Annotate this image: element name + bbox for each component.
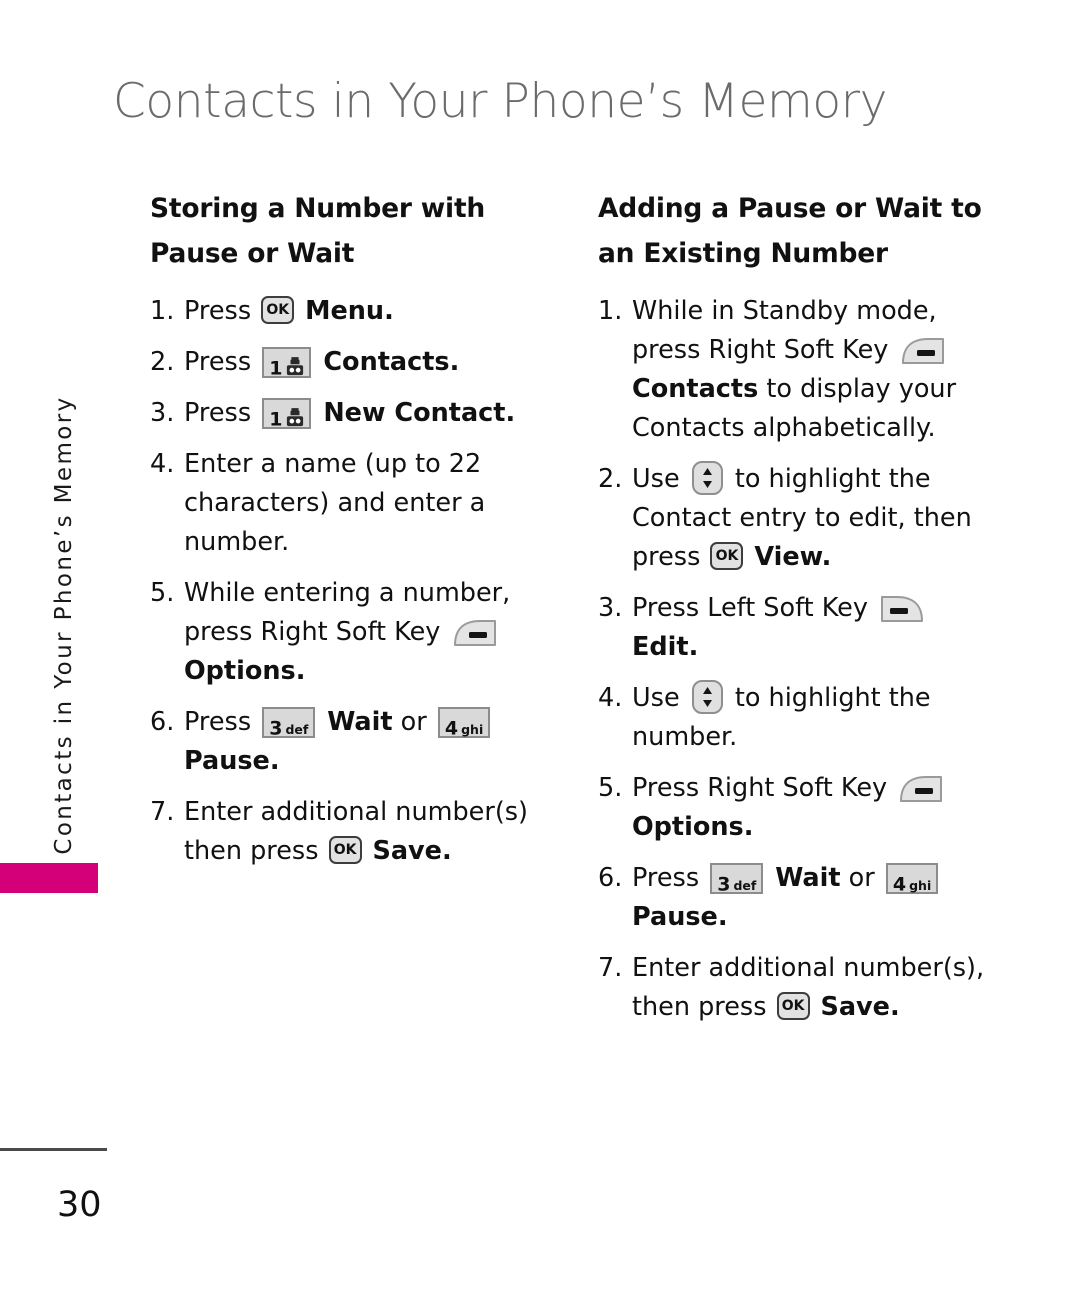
step-number: 2. — [598, 464, 623, 494]
step-item: 3. Press 1 New Contact. — [150, 394, 542, 433]
step-text: Enter additional number(s), then press S… — [632, 949, 998, 1027]
step-number: 3. — [598, 593, 623, 623]
navigation-up-down-key-icon — [691, 460, 724, 496]
step-text: Press Right Soft Key Options. — [632, 769, 998, 847]
step-item: 7. Enter additional number(s) then press … — [150, 793, 542, 871]
ok-key-icon — [328, 836, 362, 864]
numeric-key-3: 3 def — [710, 863, 764, 896]
step-number: 7. — [150, 797, 175, 827]
page-title: Contacts in Your Phone’s Memory — [113, 74, 888, 129]
key-digit: 4 — [444, 717, 459, 740]
right-steps-list: 1. While in Standby mode, press Right Sof… — [598, 292, 998, 1027]
step-text: Press 3 def Wait or 4 ghi Pause. — [184, 703, 542, 781]
step-number: 3. — [150, 398, 175, 428]
step-item: 7. Enter additional number(s), then press… — [598, 949, 998, 1027]
emphasized-label: Save. — [811, 992, 900, 1022]
right-soft-key-icon — [899, 774, 943, 804]
step-number: 5. — [598, 773, 623, 803]
emphasized-label: Pause. — [184, 746, 280, 776]
emphasized-label: Options. — [632, 812, 754, 842]
step-item: 4. Enter a name (up to 22 characters) and… — [150, 445, 542, 562]
key-digit: 4 — [892, 873, 907, 896]
step-number: 4. — [598, 683, 623, 713]
step-text: Press 1 New Contact. — [184, 394, 542, 433]
step-text: Use to highlight the number. — [632, 679, 998, 757]
step-number: 1. — [598, 296, 623, 326]
step-number: 5. — [150, 578, 175, 608]
left-section-heading: Storing a Number with Pause or Wait — [150, 193, 486, 269]
key-digit: 1 — [269, 357, 283, 380]
side-tab-label: Contacts in Your Phone’s Memory — [51, 395, 77, 855]
step-text: Enter additional number(s) then press Sa… — [184, 793, 542, 871]
manual-page: Contacts in Your Phone’s Memory Contacts… — [0, 0, 1080, 1295]
step-text: Press 3 def Wait or 4 ghi Pause. — [632, 859, 998, 937]
step-number: 2. — [150, 347, 175, 377]
step-text: While entering a number, press Right Sof… — [184, 578, 511, 686]
emphasized-label: View. — [745, 542, 832, 572]
step-number: 7. — [598, 953, 623, 983]
numeric-key-1: 1 — [262, 347, 312, 380]
numeric-key-3: 3 def — [262, 707, 316, 740]
step-item: 5. While entering a number, press Right S… — [150, 574, 542, 691]
emphasized-label: Menu. — [296, 296, 394, 326]
step-text: Use to highlight the Contact entry to ed… — [632, 460, 998, 577]
key-letters: def — [285, 721, 309, 737]
left-column: Storing a Number with Pause or Wait 1. Pr… — [150, 186, 542, 883]
ok-key-icon — [710, 542, 744, 570]
page-number: 30 — [57, 1185, 102, 1225]
step-number: 6. — [598, 863, 623, 893]
ok-key-icon — [776, 992, 810, 1020]
step-number: 4. — [150, 449, 175, 479]
numeric-key-1: 1 — [262, 398, 312, 431]
right-soft-key-icon — [453, 618, 497, 648]
step-item: 6. Press 3 def Wait or 4 ghi Pause. — [598, 859, 998, 937]
step-text: Press Menu. — [184, 292, 542, 331]
right-soft-key-icon — [901, 336, 945, 366]
step-item: 2. Use to highlight the Contact entry to … — [598, 460, 998, 577]
step-item: 4. Use to highlight the number. — [598, 679, 998, 757]
side-tab: Contacts in Your Phone’s Memory — [0, 380, 104, 900]
numeric-key-4: 4 ghi — [437, 707, 491, 740]
step-item: 1. While in Standby mode, press Right Sof… — [598, 292, 998, 448]
side-tab-color-swatch — [0, 863, 98, 893]
voicemail-icon — [286, 350, 304, 389]
emphasized-label: Wait — [318, 707, 393, 737]
step-number: 6. — [150, 707, 175, 737]
key-letters: ghi — [461, 721, 484, 737]
emphasized-label: Options. — [184, 656, 306, 686]
left-soft-key-icon — [880, 594, 924, 624]
ok-key-icon — [261, 296, 295, 324]
step-item: 3. Press Left Soft Key Edit. — [598, 589, 998, 667]
step-text: Enter a name (up to 22 characters) and e… — [184, 449, 486, 557]
step-number: 1. — [150, 296, 175, 326]
step-text: Press Left Soft Key Edit. — [632, 589, 998, 667]
footer-rule — [0, 1148, 107, 1151]
right-section-heading: Adding a Pause or Wait to an Existing Nu… — [598, 193, 982, 269]
emphasized-label: Contacts. — [314, 347, 460, 377]
numeric-key-4: 4 ghi — [885, 863, 939, 896]
emphasized-label: Save. — [363, 836, 452, 866]
step-item: 1. Press Menu. — [150, 292, 542, 331]
key-letters: def — [733, 877, 757, 893]
voicemail-icon — [286, 401, 304, 440]
step-text: While in Standby mode, press Right Soft … — [632, 296, 957, 443]
emphasized-label: Pause. — [632, 902, 728, 932]
key-digit: 3 — [717, 873, 731, 896]
navigation-up-down-key-icon — [691, 679, 724, 715]
step-text: Press 1 Contacts. — [184, 343, 542, 382]
step-item: 5. Press Right Soft Key Options. — [598, 769, 998, 847]
key-digit: 1 — [269, 408, 283, 431]
step-item: 6. Press 3 def Wait or 4 ghi Pause. — [150, 703, 542, 781]
step-item: 2. Press 1 Contacts. — [150, 343, 542, 382]
right-column: Adding a Pause or Wait to an Existing Nu… — [598, 186, 998, 1039]
emphasized-label: Wait — [766, 863, 841, 893]
emphasized-label: Contacts — [632, 374, 759, 404]
key-letters: ghi — [909, 877, 932, 893]
emphasized-label: Edit. — [632, 632, 699, 662]
key-digit: 3 — [269, 717, 283, 740]
emphasized-label: New Contact. — [314, 398, 516, 428]
left-steps-list: 1. Press Menu. 2. Press 1 Contacts. 3. Press … — [150, 292, 542, 871]
